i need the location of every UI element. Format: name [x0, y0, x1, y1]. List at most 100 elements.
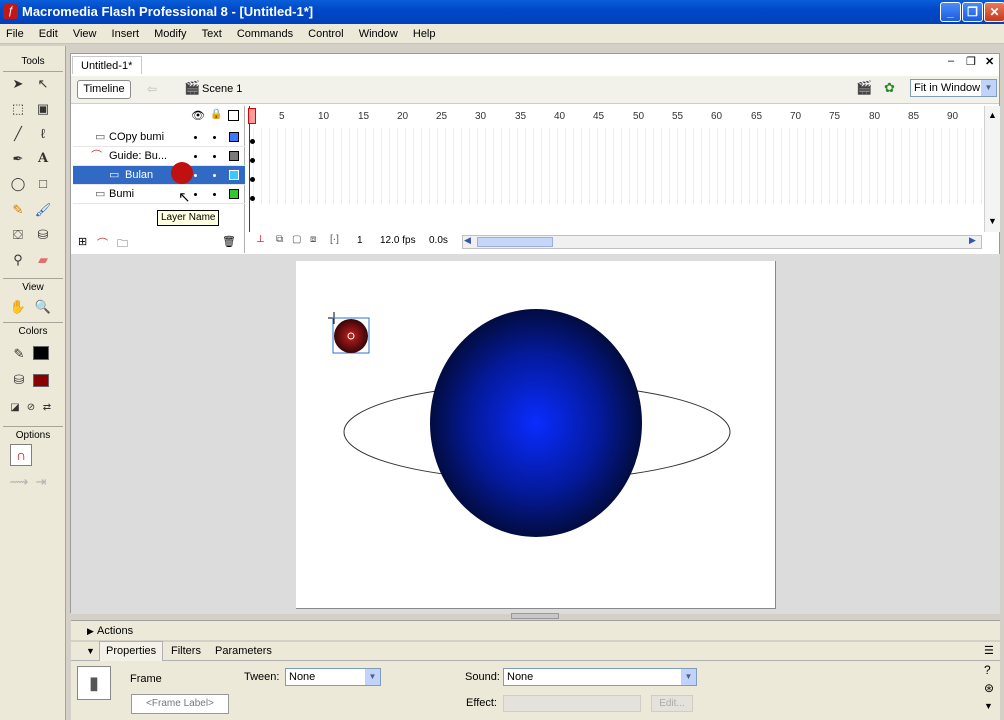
lock-icon[interactable]: 🔒 [210, 109, 222, 120]
keyframe-dot[interactable] [250, 177, 255, 182]
document-tab[interactable]: Untitled-1* [72, 56, 142, 74]
rectangle-tool-icon[interactable]: □ [32, 173, 54, 195]
lasso-tool-icon[interactable]: ℓ [32, 123, 54, 145]
scroll-left-icon[interactable]: ◀ [464, 235, 471, 246]
keyframe-dot[interactable] [250, 196, 255, 201]
timeline-vertical-scrollbar[interactable]: ▲ ▼ [984, 106, 1000, 232]
edit-symbols-icon[interactable]: ✿ [884, 80, 895, 96]
layer-row[interactable]: ▭ Bumi [73, 185, 245, 204]
tween-select[interactable]: None ▼ [285, 668, 381, 686]
line-tool-icon[interactable]: ╱ [7, 123, 29, 145]
flash-app-icon[interactable]: ƒ [3, 4, 18, 19]
layer-outline-swatch[interactable] [229, 189, 239, 199]
sound-label: Sound: [465, 671, 500, 683]
collapse-panel-icon[interactable]: ▼ [984, 701, 993, 711]
frame-grid[interactable] [246, 128, 984, 204]
stage[interactable] [296, 261, 776, 609]
playhead-handle[interactable] [248, 108, 256, 124]
panel-resize-handle[interactable] [511, 613, 559, 619]
outline-icon[interactable] [228, 110, 239, 121]
ink-bottle-icon[interactable]: ⛋ [7, 224, 29, 246]
keyframe-dot[interactable] [250, 139, 255, 144]
doc-minimize-icon[interactable]: – [948, 55, 954, 67]
stroke-color-swatch[interactable] [33, 346, 49, 360]
menu-file[interactable]: File [0, 24, 30, 44]
insert-folder-icon[interactable]: 🗀 [117, 235, 128, 254]
eraser-tool-icon[interactable]: ▰ [32, 249, 54, 271]
back-arrow-icon[interactable]: ⇦ [147, 82, 157, 96]
pencil-tool-icon[interactable]: ✎ [7, 199, 29, 221]
fill-color-swatch[interactable] [33, 374, 49, 387]
menu-help[interactable]: Help [407, 24, 442, 44]
pen-tool-icon[interactable]: ✒ [7, 148, 29, 170]
fill-transform-icon[interactable]: ▣ [32, 98, 54, 120]
menu-window[interactable]: Window [353, 24, 404, 44]
actions-panel-header[interactable]: ▶ Actions [71, 620, 1000, 640]
delete-layer-icon[interactable]: 🗑 [222, 235, 236, 248]
layer-outline-swatch[interactable] [229, 170, 239, 180]
hand-tool-icon[interactable]: ✋ [7, 296, 29, 318]
add-guide-layer-icon[interactable]: ⌒ [97, 235, 108, 251]
straighten-icon[interactable]: ⇥ [30, 471, 52, 493]
scroll-up-icon[interactable]: ▲ [988, 110, 997, 120]
eye-icon[interactable]: 👁 [191, 109, 205, 122]
timeline-horizontal-scrollbar[interactable]: ◀ ▶ [462, 235, 982, 249]
menu-modify[interactable]: Modify [148, 24, 192, 44]
close-button[interactable]: ✕ [984, 2, 1004, 22]
insert-layer-icon[interactable]: ⊞ [78, 235, 87, 248]
onion-skin-icon[interactable]: ⧉ [276, 234, 283, 245]
layer-row[interactable]: ▭ COpy bumi [73, 128, 245, 147]
help-icon[interactable]: ? [984, 663, 991, 677]
menu-insert[interactable]: Insert [106, 24, 146, 44]
effect-select-disabled[interactable] [503, 695, 641, 712]
snap-magnet-icon[interactable]: ∩ [10, 444, 32, 466]
frame-label-input[interactable]: <Frame Label> [131, 694, 229, 714]
edit-multiple-frames-icon[interactable]: ⧈ [310, 234, 316, 245]
menu-commands[interactable]: Commands [231, 24, 299, 44]
tab-parameters[interactable]: Parameters [215, 642, 272, 661]
doc-restore-icon[interactable]: ❐ [966, 55, 976, 68]
scroll-down-icon[interactable]: ▼ [988, 216, 997, 226]
sound-select[interactable]: None ▼ [503, 668, 697, 686]
doc-close-icon[interactable]: ✕ [985, 55, 994, 68]
tab-properties[interactable]: Properties [99, 641, 164, 661]
fill-color-icon[interactable]: ⛁ [8, 369, 30, 391]
accessibility-icon[interactable]: ⊛ [984, 681, 994, 695]
scene-label[interactable]: Scene 1 [202, 83, 242, 95]
edit-scene-icon[interactable]: 🎬 [856, 80, 872, 96]
maximize-button[interactable]: ❐ [962, 2, 983, 22]
swap-colors-icon[interactable]: ⇄ [36, 397, 58, 419]
menu-view[interactable]: View [67, 24, 103, 44]
selection-tool-icon[interactable]: ➤ [7, 73, 29, 95]
keyframe-dot[interactable] [250, 158, 255, 163]
free-transform-icon[interactable]: ⬚ [7, 98, 29, 120]
stroke-color-icon[interactable]: ✎ [8, 343, 30, 365]
layer-row[interactable]: ⌒ Guide: Bu... [73, 147, 245, 166]
smooth-icon[interactable]: ⟿ [8, 471, 30, 493]
minimize-button[interactable]: _ [940, 2, 961, 22]
menu-control[interactable]: Control [302, 24, 349, 44]
center-frame-icon[interactable]: ⊥ [256, 234, 265, 245]
zoom-tool-icon[interactable]: 🔍 [32, 296, 54, 318]
modify-onion-markers-icon[interactable]: [·] [330, 234, 339, 245]
scroll-right-icon[interactable]: ▶ [969, 235, 976, 246]
tab-filters[interactable]: Filters [171, 642, 201, 661]
layer-row-selected[interactable]: ▭ Bulan [73, 162, 245, 185]
text-tool-icon[interactable]: A [32, 148, 54, 170]
oval-tool-icon[interactable]: ◯ [7, 173, 29, 195]
eyedropper-icon[interactable]: ⚲ [7, 249, 29, 271]
panel-options-icon[interactable]: ☰ [984, 642, 994, 661]
subselection-tool-icon[interactable]: ↖ [32, 73, 54, 95]
edit-effect-button[interactable]: Edit... [651, 695, 693, 712]
zoom-dropdown[interactable]: Fit in Window ▼ [910, 79, 997, 97]
menu-text[interactable]: Text [196, 24, 228, 44]
brush-tool-icon[interactable]: 🖌 [32, 199, 54, 221]
onion-outline-icon[interactable]: ▢ [292, 234, 301, 245]
stage-canvas [328, 309, 731, 537]
paint-bucket-icon[interactable]: ⛁ [32, 224, 54, 246]
scroll-thumb[interactable] [477, 237, 553, 247]
timeline-toggle-button[interactable]: Timeline [77, 80, 131, 99]
layer-outline-swatch[interactable] [229, 151, 239, 161]
layer-outline-swatch[interactable] [229, 132, 239, 142]
menu-edit[interactable]: Edit [33, 24, 64, 44]
